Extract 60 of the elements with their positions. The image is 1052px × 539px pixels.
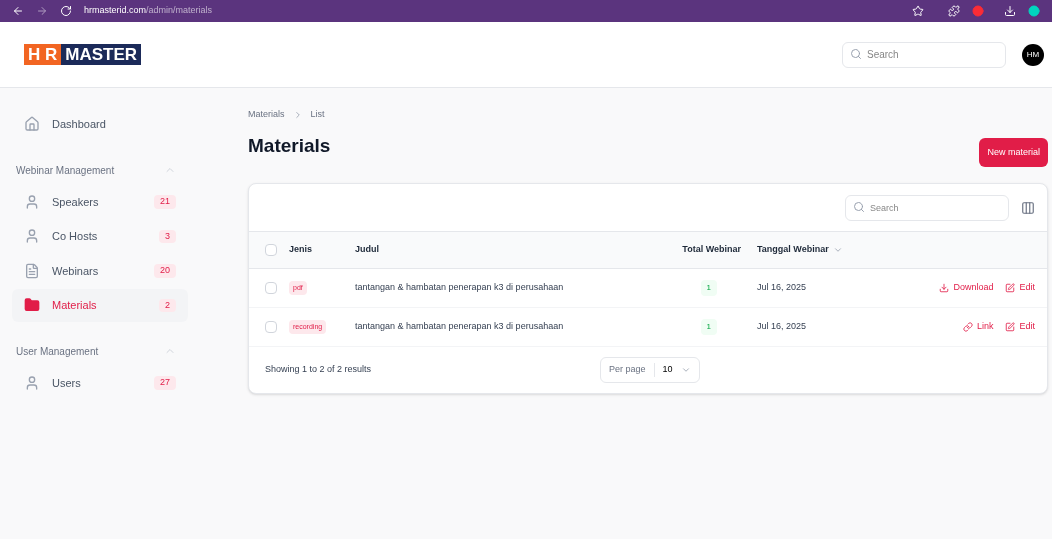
- sidebar-item[interactable]: Webinars 20: [12, 254, 188, 287]
- table-cell: Jul 16, 2025: [757, 281, 807, 295]
- count-badge: 1: [700, 280, 717, 296]
- sidebar-item[interactable]: Dashboard: [12, 108, 188, 141]
- page-title: Materials: [248, 134, 331, 158]
- group-heading: User Management: [16, 344, 99, 359]
- user-icon: [24, 374, 40, 391]
- profile-icon[interactable]: [1028, 5, 1040, 17]
- table-cell: tantangan & hambatan penerapan k3 di perusahaan: [355, 281, 564, 295]
- link-icon: [962, 322, 973, 332]
- breadcrumb-link[interactable]: List: [310, 108, 325, 122]
- edit-link[interactable]: Edit: [1005, 281, 1035, 295]
- breadcrumb-link[interactable]: Materials: [248, 108, 285, 122]
- edit-link[interactable]: Edit: [1005, 320, 1035, 334]
- edit-icon: [1005, 283, 1016, 293]
- per-page-select[interactable]: Per page 10: [600, 357, 700, 383]
- table-cell: Jul 16, 2025: [757, 320, 807, 334]
- column-header[interactable]: Tanggal Webinar: [757, 231, 907, 269]
- sidebar-item[interactable]: Speakers 21: [12, 185, 188, 218]
- table-search-field[interactable]: Search: [845, 195, 1009, 221]
- sort-icon[interactable]: [832, 245, 843, 255]
- table-cell: tantangan & hambatan penerapan k3 di perusahaan: [355, 320, 564, 334]
- row-checkbox[interactable]: [265, 321, 277, 333]
- column-header: Jenis: [289, 231, 355, 269]
- new-material-button[interactable]: New material: [979, 137, 1048, 167]
- columns-icon[interactable]: [1021, 200, 1035, 215]
- count-badge: 20: [154, 264, 176, 278]
- column-header: Judul: [355, 231, 647, 269]
- count-badge: 2: [159, 298, 176, 312]
- sidebar-item[interactable]: Co Hosts 3: [12, 220, 188, 253]
- home-icon: [24, 116, 40, 133]
- sidebar-item[interactable]: Users 27: [12, 366, 188, 399]
- search-icon: [853, 201, 865, 213]
- search-field[interactable]: Search: [842, 41, 1006, 68]
- reload-icon[interactable]: [60, 5, 72, 17]
- avatar[interactable]: HM: [1022, 43, 1044, 66]
- user-icon: [24, 228, 40, 245]
- chevron-down-icon: [680, 365, 691, 375]
- group-heading: Webinar Management: [16, 163, 115, 178]
- edit-icon: [1005, 322, 1016, 332]
- back-icon[interactable]: [12, 5, 24, 17]
- select-all-checkbox[interactable]: [265, 244, 277, 256]
- search-icon: [850, 48, 862, 61]
- user-icon: [24, 193, 40, 210]
- star-icon[interactable]: [912, 5, 924, 17]
- count-badge: 1: [700, 319, 717, 335]
- count-badge: 3: [159, 229, 176, 243]
- download-icon: [939, 283, 950, 293]
- link-link[interactable]: Link: [962, 320, 994, 334]
- count-badge: 21: [154, 195, 176, 209]
- row-checkbox[interactable]: [265, 282, 277, 294]
- sidebar-item[interactable]: Materials 2: [12, 289, 188, 322]
- download-icon[interactable]: [1004, 5, 1016, 17]
- document-icon: [24, 262, 40, 279]
- results-summary: Showing 1 to 2 of 2 results: [265, 363, 373, 377]
- folder-icon: [24, 297, 40, 314]
- column-header: Total Webinar: [647, 231, 757, 269]
- count-badge: 27: [154, 376, 176, 390]
- address-bar[interactable]: hrmasterid.com/admin/materials: [84, 4, 213, 18]
- download-link[interactable]: Download: [939, 281, 994, 295]
